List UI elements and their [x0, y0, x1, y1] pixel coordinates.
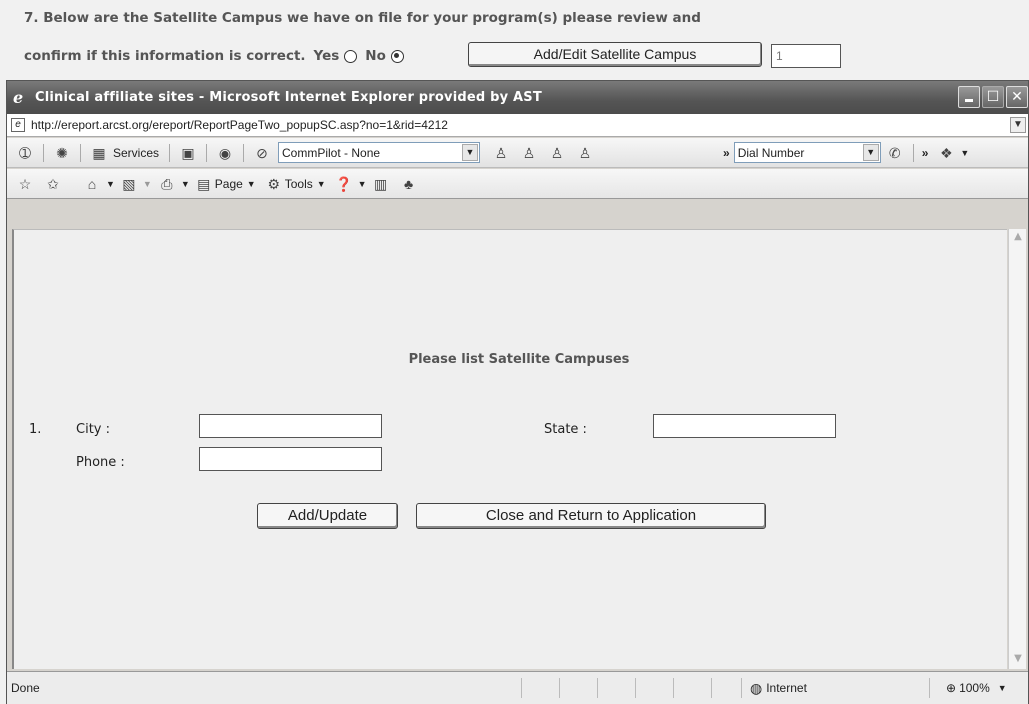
command-toolbar: ☆ ✩ ⌂ ▼ ▧ ▼ ⎙ ▼ ▤ Page ▼ ⚙ Tools ▼ ❓ ▼ ▥…	[7, 169, 1028, 199]
window-titlebar[interactable]: e Clinical affiliate sites - Microsoft I…	[7, 81, 1028, 114]
user-icon-2[interactable]: ♙	[520, 144, 538, 162]
campus-count-field[interactable]: 1	[771, 44, 841, 68]
window-title: Clinical affiliate sites - Microsoft Int…	[35, 90, 542, 105]
commpilot-dropdown-icon[interactable]: ▼	[462, 144, 479, 161]
home-icon[interactable]: ⌂	[83, 175, 101, 193]
no-sign-icon[interactable]: ⊘	[253, 144, 271, 162]
commpilot-value: CommPilot - None	[282, 145, 381, 160]
page-menu-label[interactable]: Page	[215, 177, 243, 191]
tools-dropdown-icon[interactable]: ▼	[317, 179, 326, 189]
maximize-button[interactable]: ☐	[982, 86, 1004, 108]
home-dropdown-icon[interactable]: ▼	[106, 179, 115, 189]
dial-dropdown-icon[interactable]: ▼	[862, 144, 879, 161]
webcam-icon[interactable]: ◉	[216, 144, 234, 162]
close-return-button[interactable]: Close and Return to Application	[416, 503, 766, 529]
services-icon[interactable]: ▦	[90, 144, 108, 162]
toolbar-app-icon[interactable]: ➀	[16, 144, 34, 162]
messenger-icon[interactable]: ♣	[400, 175, 418, 193]
user-icon-3[interactable]: ♙	[548, 144, 566, 162]
address-bar[interactable]: e http://ereport.arcst.org/ereport/Repor…	[7, 114, 1028, 137]
vertical-scrollbar[interactable]: ▲ ▼	[1008, 229, 1026, 669]
city-input[interactable]	[199, 414, 382, 438]
favorites-star-icon[interactable]: ☆	[16, 175, 34, 193]
translate-dropdown-icon[interactable]: ▼	[960, 148, 969, 158]
state-input[interactable]	[653, 414, 836, 438]
form-heading: Please list Satellite Campuses	[408, 352, 630, 367]
zoom-icon: ⊕	[946, 681, 957, 695]
feeds-dropdown-icon[interactable]: ▼	[143, 179, 152, 189]
zone-label: Internet	[766, 681, 807, 695]
links-toolbar: ➀ ✺ ▦ Services ▣ ◉ ⊘ CommPilot - None ▼ …	[7, 138, 1028, 168]
zoom-level: 100%	[959, 681, 990, 695]
address-dropdown-icon[interactable]: ▼	[1010, 117, 1026, 133]
help-dropdown-icon[interactable]: ▼	[358, 179, 367, 189]
scroll-up-icon[interactable]: ▲	[1011, 231, 1025, 245]
zone-panel: ◍ Internet	[741, 678, 929, 698]
zoom-control[interactable]: ⊕ 100% ▼	[929, 678, 1025, 698]
research-icon[interactable]: ▥	[372, 175, 390, 193]
page-dropdown-icon[interactable]: ▼	[247, 179, 256, 189]
dial-number-select[interactable]: Dial Number ▼	[733, 142, 881, 163]
dial-number-value: Dial Number	[737, 145, 805, 160]
scroll-down-icon[interactable]: ▼	[1011, 653, 1025, 667]
no-label: No	[365, 48, 386, 64]
address-url: http://ereport.arcst.org/ereport/ReportP…	[31, 118, 448, 132]
close-window-button[interactable]: ✕	[1006, 86, 1028, 108]
page-content: Please list Satellite Campuses 1. City :…	[12, 229, 1007, 669]
toolbar-overflow-icon-2[interactable]: »	[922, 146, 929, 160]
toolbar-overflow-icon[interactable]: »	[723, 146, 730, 160]
feeds-icon[interactable]: ▧	[120, 175, 138, 193]
popup-window: e Clinical affiliate sites - Microsoft I…	[6, 80, 1029, 704]
phone-icon[interactable]: ✆	[886, 144, 904, 162]
services-label[interactable]: Services	[113, 146, 159, 160]
row-number: 1.	[29, 422, 42, 437]
user-icon-1[interactable]: ♙	[492, 144, 510, 162]
print-dropdown-icon[interactable]: ▼	[181, 179, 190, 189]
ie-logo-icon: e	[13, 87, 24, 107]
settings-icon[interactable]: ✺	[53, 144, 71, 162]
translate-icon[interactable]: ❖	[937, 144, 955, 162]
question-text-confirm: confirm if this information is correct.	[24, 48, 306, 64]
add-edit-satellite-campus-button[interactable]: Add/Edit Satellite Campus	[468, 42, 762, 67]
no-radio[interactable]	[390, 49, 404, 63]
commpilot-select[interactable]: CommPilot - None ▼	[278, 142, 481, 163]
tools-gear-icon[interactable]: ⚙	[265, 175, 283, 193]
phone-label: Phone :	[76, 455, 125, 470]
add-update-button[interactable]: Add/Update	[257, 503, 398, 529]
page-menu-icon[interactable]: ▤	[195, 175, 213, 193]
tools-menu-label[interactable]: Tools	[285, 177, 313, 191]
contact-card-icon[interactable]: ▣	[179, 144, 197, 162]
add-favorite-icon[interactable]: ✩	[44, 175, 62, 193]
yes-radio[interactable]	[344, 49, 358, 63]
city-label: City :	[76, 422, 110, 437]
status-bar: Done ◍ Internet ⊕ 100% ▼	[7, 671, 1028, 704]
question-text-line1: 7. Below are the Satellite Campus we hav…	[24, 10, 701, 26]
help-icon[interactable]: ❓	[335, 175, 353, 193]
print-icon[interactable]: ⎙	[158, 175, 176, 193]
minimize-button[interactable]	[958, 86, 980, 108]
user-icon-4[interactable]: ♙	[576, 144, 594, 162]
globe-icon: ◍	[750, 679, 763, 696]
status-text: Done	[11, 681, 40, 695]
state-label: State :	[544, 422, 587, 437]
yes-label: Yes	[313, 48, 340, 64]
zoom-dropdown-icon[interactable]: ▼	[998, 683, 1007, 693]
question-text-line2: confirm if this information is correct. …	[24, 48, 412, 64]
page-icon: e	[11, 118, 25, 132]
phone-input[interactable]	[199, 447, 382, 471]
